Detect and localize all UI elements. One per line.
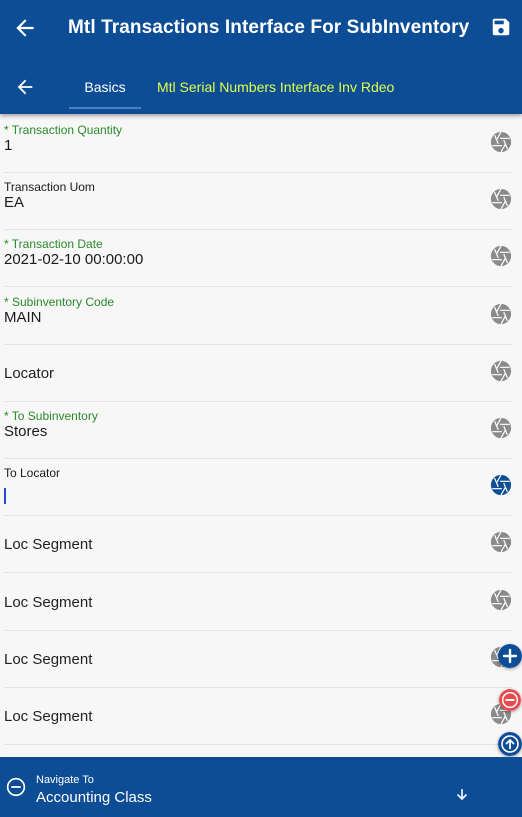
- save-icon[interactable]: [490, 16, 512, 38]
- aperture-icon[interactable]: [490, 589, 512, 611]
- tab-basics[interactable]: Basics: [69, 58, 141, 114]
- aperture-icon[interactable]: [490, 360, 512, 382]
- aperture-icon[interactable]: [490, 531, 512, 553]
- tab-mtl-serial-numbers[interactable]: Mtl Serial Numbers Interface Inv Rdeo: [157, 58, 394, 114]
- app-bar: Mtl Transactions Interface For SubInvent…: [0, 0, 522, 58]
- field-placeholder[interactable]: Loc Segment: [4, 536, 92, 553]
- navigate-to-label: Navigate To: [36, 774, 94, 786]
- collapse-circle-icon[interactable]: [6, 777, 26, 797]
- form-field[interactable]: * Subinventory Code MAIN: [4, 287, 512, 345]
- field-value[interactable]: 2021-02-10 00:00:00: [4, 251, 143, 268]
- form-field[interactable]: Loc Segment: [4, 573, 512, 631]
- field-value[interactable]: Stores: [4, 423, 47, 440]
- form-field[interactable]: * Transaction Quantity 1: [4, 115, 512, 173]
- tab-back-arrow-icon[interactable]: [14, 76, 36, 98]
- page-title: Mtl Transactions Interface For SubInvent…: [68, 17, 470, 38]
- back-arrow-icon[interactable]: [12, 15, 38, 41]
- form-field[interactable]: Transaction Uom EA: [4, 172, 512, 231]
- navigate-to-value[interactable]: Accounting Class: [36, 789, 152, 806]
- field-placeholder[interactable]: Locator: [4, 365, 54, 382]
- add-icon[interactable]: [498, 644, 522, 668]
- form-field[interactable]: Locator: [4, 344, 512, 402]
- form-field[interactable]: * Transaction Date 2021-02-10 00:00:00: [4, 229, 512, 288]
- tab-basics-label: Basics: [84, 79, 126, 95]
- field-label: To Locator: [4, 466, 61, 481]
- form-field[interactable]: Loc Segment: [4, 687, 512, 745]
- field-placeholder[interactable]: Loc Segment: [4, 708, 92, 725]
- aperture-icon[interactable]: [490, 245, 512, 267]
- aperture-icon[interactable]: [490, 131, 512, 153]
- aperture-icon[interactable]: [490, 417, 512, 439]
- form-field[interactable]: To Locator: [4, 458, 512, 517]
- field-placeholder[interactable]: Loc Segment: [4, 594, 92, 611]
- navigate-to-bar[interactable]: Navigate To Accounting Class: [0, 757, 522, 817]
- field-label: * Subinventory Code: [4, 294, 115, 309]
- aperture-icon[interactable]: [490, 474, 512, 496]
- scroll-up-icon[interactable]: [498, 732, 522, 756]
- aperture-icon[interactable]: [490, 188, 512, 210]
- form-field[interactable]: Loc Segment: [4, 515, 512, 574]
- tab-bar: Basics Mtl Serial Numbers Interface Inv …: [0, 58, 522, 114]
- active-tab-indicator: [69, 107, 141, 109]
- remove-icon[interactable]: [499, 689, 521, 711]
- field-value[interactable]: EA: [4, 194, 24, 211]
- field-label: * Transaction Quantity: [4, 123, 123, 137]
- form-field[interactable]: Loc Segment: [4, 630, 512, 688]
- field-placeholder[interactable]: Loc Segment: [4, 651, 92, 668]
- field-label: * To Subinventory: [4, 409, 98, 423]
- arrow-down-icon[interactable]: [454, 787, 470, 803]
- field-label: * Transaction Date: [4, 237, 103, 252]
- form-field[interactable]: * To Subinventory Stores: [4, 401, 512, 459]
- field-label: Transaction Uom: [4, 180, 95, 195]
- field-value[interactable]: MAIN: [4, 309, 42, 326]
- text-cursor: [4, 488, 6, 505]
- aperture-icon[interactable]: [490, 303, 512, 325]
- field-value[interactable]: 1: [4, 137, 12, 154]
